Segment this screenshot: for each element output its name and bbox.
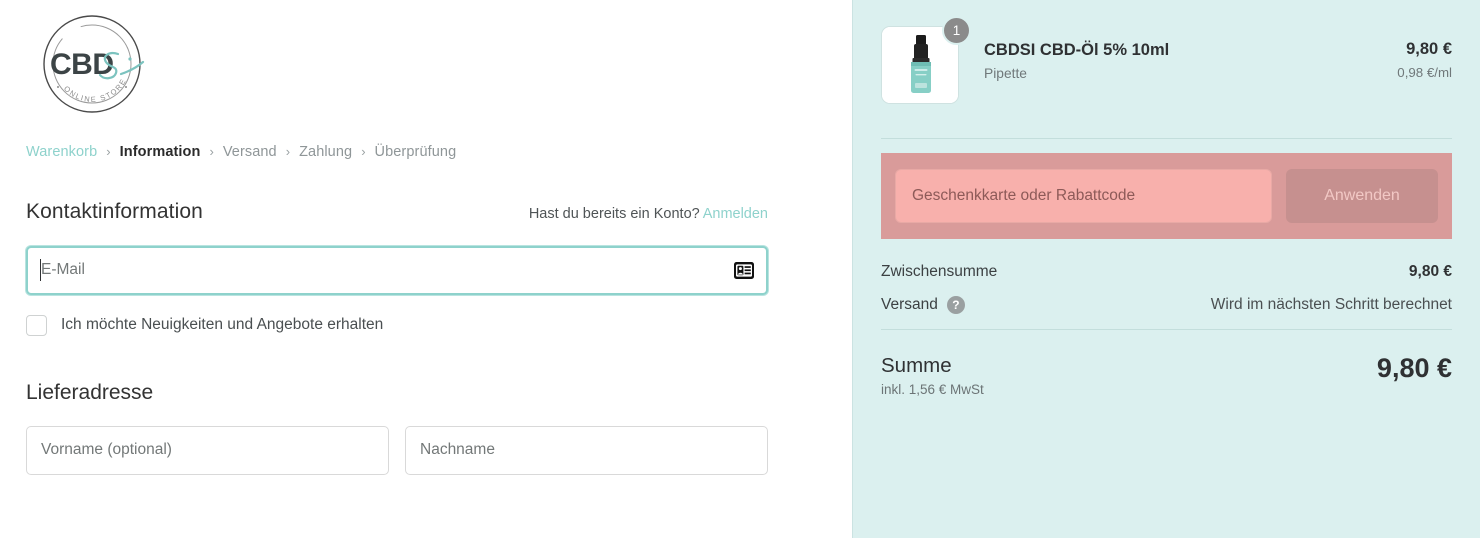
breadcrumb-item-ueberpruefung[interactable]: Überprüfung — [375, 145, 457, 160]
subtotal-row: Zwischensumme 9,80 € — [881, 263, 1452, 281]
site-logo[interactable]: CBD ONLINE STORE — [26, 12, 166, 117]
shipping-label: Versand — [881, 296, 938, 313]
breadcrumb-separator: › — [361, 143, 366, 159]
discount-code-input[interactable] — [895, 169, 1272, 223]
product-details: CBDSI CBD-Öl 5% 10ml Pipette — [984, 26, 1397, 81]
product-variant: Pipette — [984, 65, 1027, 81]
contact-section-title: Kontaktinformation — [26, 199, 203, 223]
breadcrumb-item-versand[interactable]: Versand — [223, 145, 277, 160]
checkout-page: CBD ONLINE STORE Warenkorb › Information… — [0, 0, 1480, 538]
breadcrumb-separator: › — [209, 143, 214, 159]
login-link[interactable]: Anmelden — [703, 206, 768, 222]
grand-total-tax-note: inkl. 1,56 € MwSt — [881, 382, 984, 397]
product-unit-price: 0,98 €/ml — [1397, 65, 1452, 80]
contact-card-icon[interactable] — [733, 259, 755, 281]
product-price-group: 9,80 € 0,98 €/ml — [1397, 26, 1452, 80]
shipping-label-group: Versand ? — [881, 296, 965, 314]
first-name-input[interactable] — [26, 425, 389, 475]
breadcrumb-item-warenkorb[interactable]: Warenkorb — [26, 145, 97, 160]
grand-total-row: Summe inkl. 1,56 € MwSt 9,80 € — [881, 330, 1452, 397]
grand-total-label: Summe — [881, 354, 952, 377]
order-summary-sidebar: 1 CBDSI CBD-Öl 5% 10ml Pipette 9,80 € 0,… — [852, 0, 1480, 538]
product-thumbnail-wrapper: 1 — [881, 16, 971, 104]
discount-code-section: Anwenden — [881, 153, 1452, 239]
divider-after-products — [881, 138, 1452, 139]
breadcrumb-separator: › — [106, 143, 111, 159]
apply-discount-button[interactable]: Anwenden — [1286, 169, 1438, 223]
totals-section: Zwischensumme 9,80 € Versand ? Wird im n… — [881, 239, 1452, 314]
shipping-value: Wird im nächsten Schritt berechnet — [1210, 296, 1452, 313]
name-fields-row — [26, 425, 768, 475]
first-name-field-wrapper — [26, 425, 389, 475]
account-question: Hast du bereits ein Konto? Anmelden — [529, 206, 768, 222]
breadcrumb: Warenkorb › Information › Versand › Zahl… — [26, 145, 768, 160]
breadcrumb-item-information[interactable]: Information — [120, 145, 201, 160]
last-name-input[interactable] — [405, 425, 768, 475]
question-mark-icon[interactable]: ? — [946, 296, 965, 314]
newsletter-checkbox[interactable] — [26, 314, 47, 336]
product-price: 9,80 € — [1406, 40, 1452, 58]
subtotal-value: 9,80 € — [1408, 263, 1452, 280]
subtotal-label: Zwischensumme — [881, 263, 998, 280]
account-question-text: Hast du bereits ein Konto? — [528, 205, 700, 222]
email-input[interactable] — [26, 245, 768, 295]
breadcrumb-separator: › — [285, 143, 291, 159]
order-line-item: 1 CBDSI CBD-Öl 5% 10ml Pipette 9,80 € 0,… — [881, 0, 1452, 104]
newsletter-checkbox-row[interactable]: Ich möchte Neuigkeiten und Angebote erha… — [26, 314, 768, 336]
shipping-row: Versand ? Wird im nächsten Schritt berec… — [881, 296, 1452, 314]
quantity-badge: 1 — [942, 16, 971, 45]
grand-total-label-group: Summe inkl. 1,56 € MwSt — [881, 354, 984, 397]
cbdsi-logo-icon: CBD ONLINE STORE — [43, 15, 145, 113]
svg-text:CBD: CBD — [50, 48, 114, 81]
product-name: CBDSI CBD-Öl 5% 10ml — [984, 41, 1170, 59]
breadcrumb-item-zahlung[interactable]: Zahlung — [299, 145, 352, 160]
delivery-section-title: Lieferadresse — [26, 380, 154, 404]
grand-total-value: 9,80 € — [1376, 353, 1452, 383]
text-cursor — [40, 258, 41, 281]
checkout-main-column: CBD ONLINE STORE Warenkorb › Information… — [0, 0, 852, 538]
email-field-wrapper — [26, 245, 768, 295]
contact-section-header: Kontaktinformation Hast du bereits ein K… — [26, 200, 768, 224]
newsletter-label: Ich möchte Neuigkeiten und Angebote erha… — [61, 316, 384, 333]
last-name-field-wrapper — [405, 425, 768, 475]
